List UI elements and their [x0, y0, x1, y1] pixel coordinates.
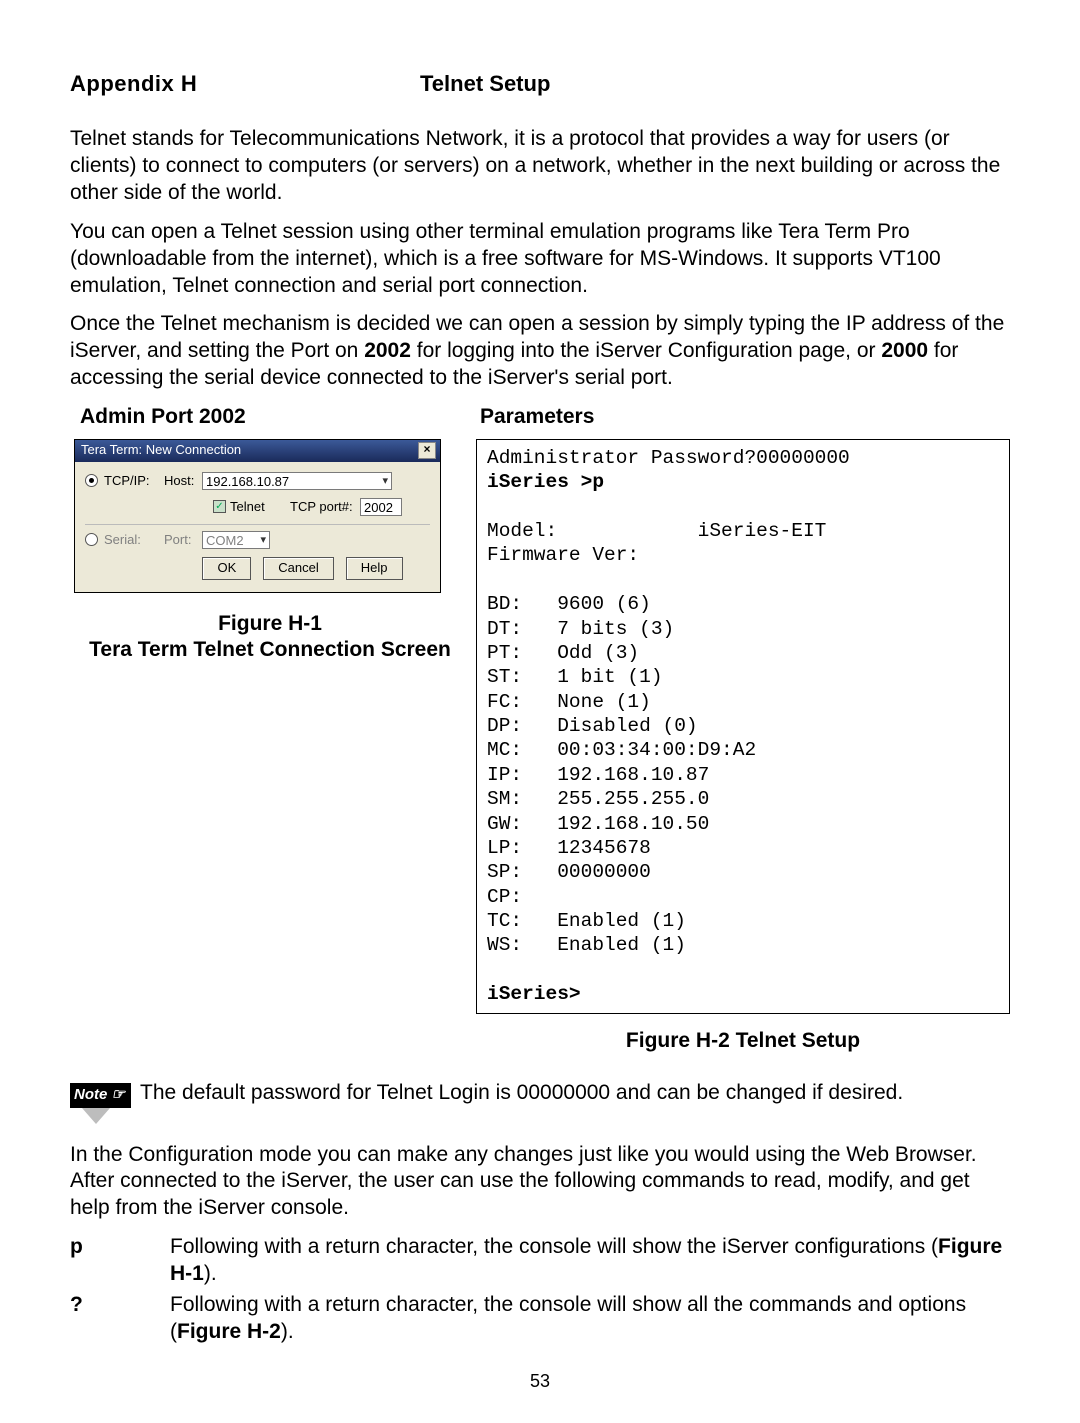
ok-button[interactable]: OK [202, 557, 251, 580]
tcpip-radio[interactable] [85, 474, 98, 487]
command-key-p: p [70, 1234, 170, 1288]
cancel-button[interactable]: Cancel [263, 557, 333, 580]
tcpip-label: TCP/IP: [104, 473, 164, 490]
figure-h1-caption: Figure H-1 Tera Term Telnet Connection S… [70, 611, 470, 665]
figure-h2-caption: Figure H-2 Telnet Setup [476, 1028, 1010, 1055]
tcpport-input[interactable]: 2002 [360, 498, 402, 516]
telnet-output: Administrator Password?00000000 iSeries … [476, 439, 1010, 1014]
paragraph: Telnet stands for Telecommunications Net… [70, 126, 1010, 207]
note-tag: Note ☞ [70, 1083, 131, 1107]
tera-term-dialog: Tera Term: New Connection × TCP/IP: Host… [74, 439, 441, 593]
section-title: Telnet Setup [420, 70, 550, 98]
telnet-label: Telnet [230, 499, 290, 516]
note-block: Note ☞ The default password for Telnet L… [70, 1080, 1010, 1123]
port-select[interactable]: COM2 [202, 531, 270, 549]
close-icon[interactable]: × [418, 442, 436, 459]
serial-label: Serial: [104, 532, 164, 549]
command-desc-question: Following with a return character, the c… [170, 1292, 1010, 1346]
paragraph: In the Configuration mode you can make a… [70, 1142, 1010, 1223]
port-label: Port: [164, 532, 202, 549]
paragraph: Once the Telnet mechanism is decided we … [70, 311, 1010, 392]
paragraph: You can open a Telnet session using othe… [70, 219, 1010, 300]
subhead-parameters: Parameters [480, 404, 594, 431]
command-key-question: ? [70, 1292, 170, 1346]
dialog-title: Tera Term: New Connection [81, 442, 241, 459]
tcpport-label: TCP port#: [290, 499, 360, 516]
note-pointer-icon [82, 1108, 110, 1124]
note-text: The default password for Telnet Login is… [140, 1080, 1010, 1107]
appendix-label: Appendix H [70, 70, 420, 98]
subhead-admin-port: Admin Port 2002 [70, 404, 480, 431]
subheadings: Admin Port 2002 Parameters [70, 404, 1010, 431]
page-header: Appendix H Telnet Setup [70, 70, 1010, 98]
serial-radio[interactable] [85, 533, 98, 546]
telnet-checkbox[interactable] [213, 500, 226, 513]
host-input[interactable]: 192.168.10.87 [202, 472, 392, 490]
command-desc-p: Following with a return character, the c… [170, 1234, 1010, 1288]
dialog-titlebar: Tera Term: New Connection × [75, 440, 440, 462]
page-number: 53 [70, 1370, 1010, 1393]
host-label: Host: [164, 473, 202, 490]
help-button[interactable]: Help [346, 557, 403, 580]
command-list: p Following with a return character, the… [70, 1234, 1010, 1346]
